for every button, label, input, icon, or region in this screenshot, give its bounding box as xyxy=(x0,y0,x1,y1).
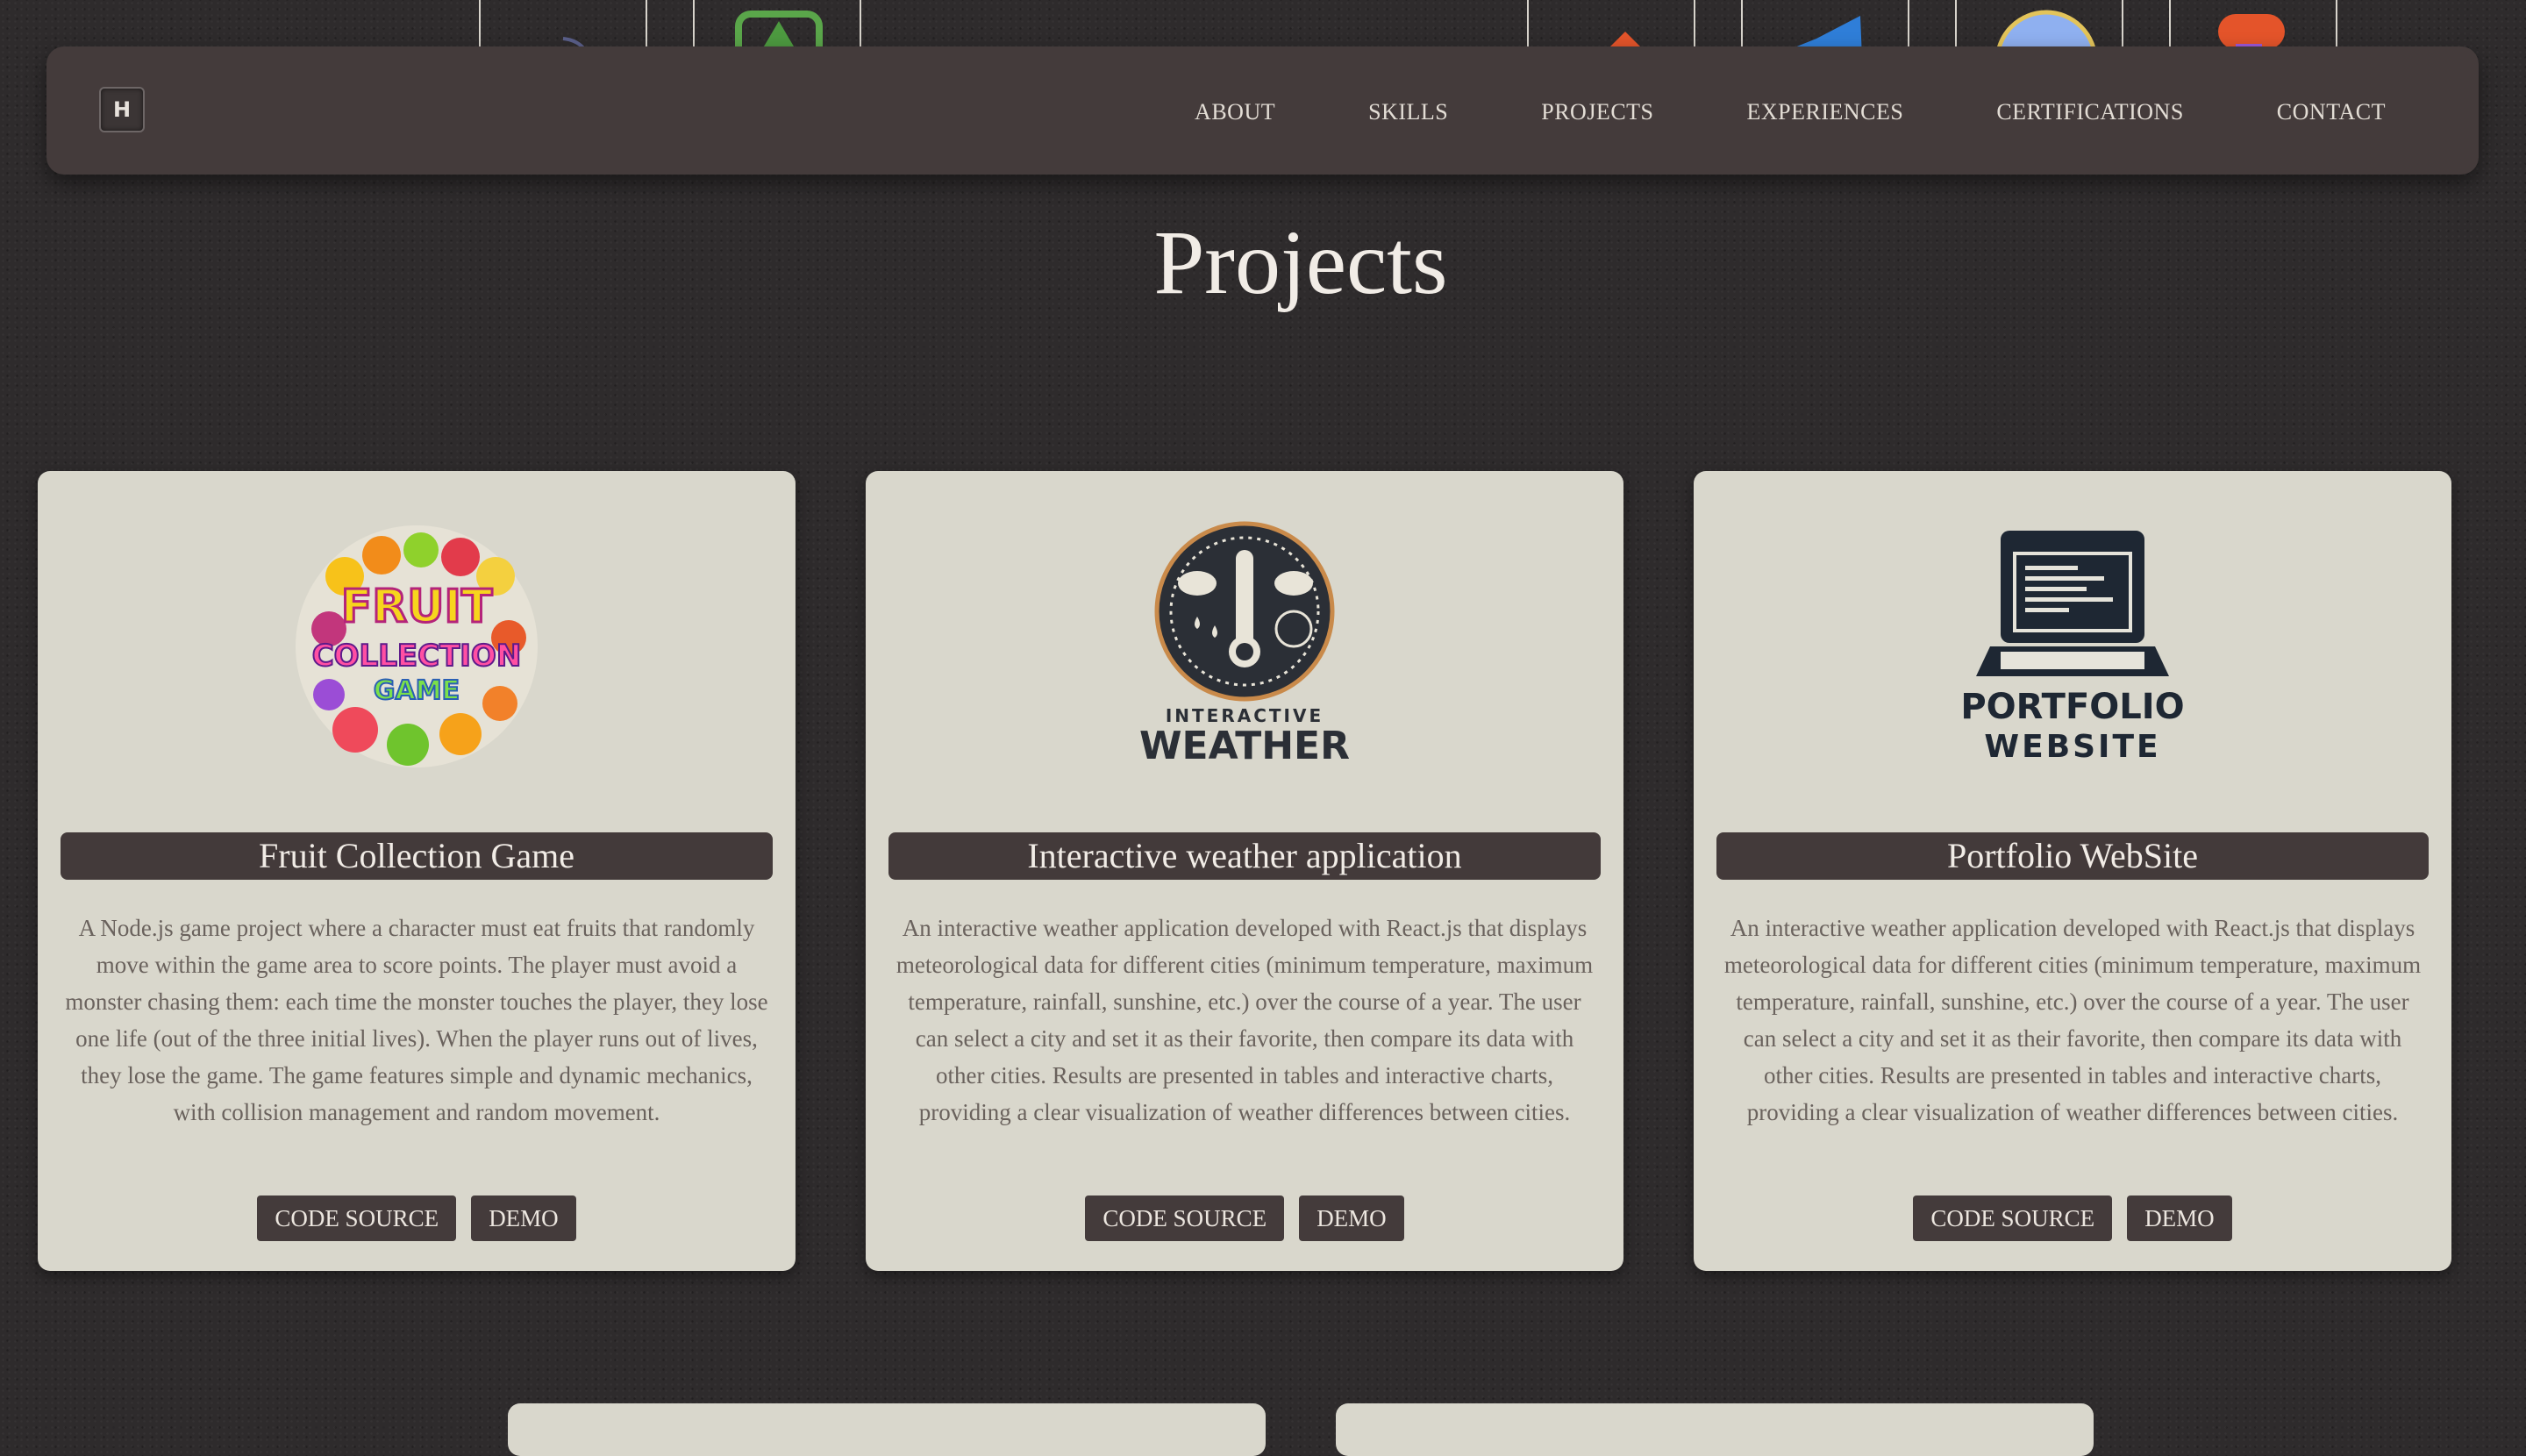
projects-title: Projects xyxy=(1153,212,1448,313)
site-logo[interactable]: H xyxy=(99,87,145,132)
project-card-portfolio: PORTFOLIO WEBSITE Portfolio WebSite An i… xyxy=(1694,471,2451,1271)
card-buttons: CODE SOURCE DEMO xyxy=(38,1195,796,1241)
interactive-weather-logo: INTERACTIVE WEATHER xyxy=(866,515,1623,768)
demo-button[interactable]: DEMO xyxy=(1299,1195,1404,1241)
fruit-collection-game-logo: FRUIT COLLECTION GAME xyxy=(38,515,796,767)
portfolio-logo-word-portfolio: PORTFOLIO xyxy=(1960,687,2184,727)
skills-strip xyxy=(0,0,2526,53)
demo-button[interactable]: DEMO xyxy=(2127,1195,2232,1241)
card-title: Interactive weather application xyxy=(888,832,1601,880)
code-source-button[interactable]: CODE SOURCE xyxy=(1913,1195,2113,1241)
navbar: H ABOUT SKILLS PROJECTS EXPERIENCES CERT… xyxy=(46,46,2479,175)
project-card-fruit-game: FRUIT COLLECTION GAME Fruit Collection G… xyxy=(38,471,796,1271)
fruit-logo-word-game: GAME xyxy=(374,675,460,706)
card-description: A Node.js game project where a character… xyxy=(65,915,768,1125)
card-description: An interactive weather application devel… xyxy=(896,915,1594,1125)
project-card-partial xyxy=(1336,1403,2094,1456)
project-card-partial xyxy=(508,1403,1266,1456)
portfolio-website-logo: PORTFOLIO WEBSITE xyxy=(1694,515,2451,765)
weather-logo-word-weather: WEATHER xyxy=(1139,724,1350,768)
git-icon xyxy=(1527,0,1695,49)
nav-contact[interactable]: CONTACT xyxy=(2277,99,2386,125)
demo-button[interactable]: DEMO xyxy=(471,1195,576,1241)
javascript-icon xyxy=(479,0,647,49)
circle-logo-icon xyxy=(1955,0,2123,49)
vscode-icon xyxy=(1741,0,1909,49)
card-buttons: CODE SOURCE DEMO xyxy=(1694,1195,2451,1241)
nav-certifications[interactable]: CERTIFICATIONS xyxy=(1996,99,2183,125)
card-title: Fruit Collection Game xyxy=(61,832,773,880)
project-card-weather-app: INTERACTIVE WEATHER Interactive weather … xyxy=(866,471,1623,1271)
nav-projects[interactable]: PROJECTS xyxy=(1541,99,1653,125)
card-buttons: CODE SOURCE DEMO xyxy=(866,1195,1623,1241)
figma-icon xyxy=(2169,0,2337,49)
card-description: An interactive weather application devel… xyxy=(1723,915,2422,1125)
fruit-logo-word-fruit: FRUIT xyxy=(341,581,493,633)
code-source-button[interactable]: CODE SOURCE xyxy=(1085,1195,1285,1241)
nav-links: ABOUT SKILLS PROJECTS EXPERIENCES CERTIF… xyxy=(1195,99,2386,125)
code-source-button[interactable]: CODE SOURCE xyxy=(257,1195,457,1241)
fruit-logo-word-collection: COLLECTION xyxy=(312,639,522,674)
nav-about[interactable]: ABOUT xyxy=(1195,99,1275,125)
nav-experiences[interactable]: EXPERIENCES xyxy=(1747,99,1904,125)
portfolio-logo-word-website: WEBSITE xyxy=(1984,729,2160,765)
nav-skills[interactable]: SKILLS xyxy=(1368,99,1448,125)
nodejs-icon xyxy=(693,0,861,49)
card-title: Portfolio WebSite xyxy=(1716,832,2429,880)
